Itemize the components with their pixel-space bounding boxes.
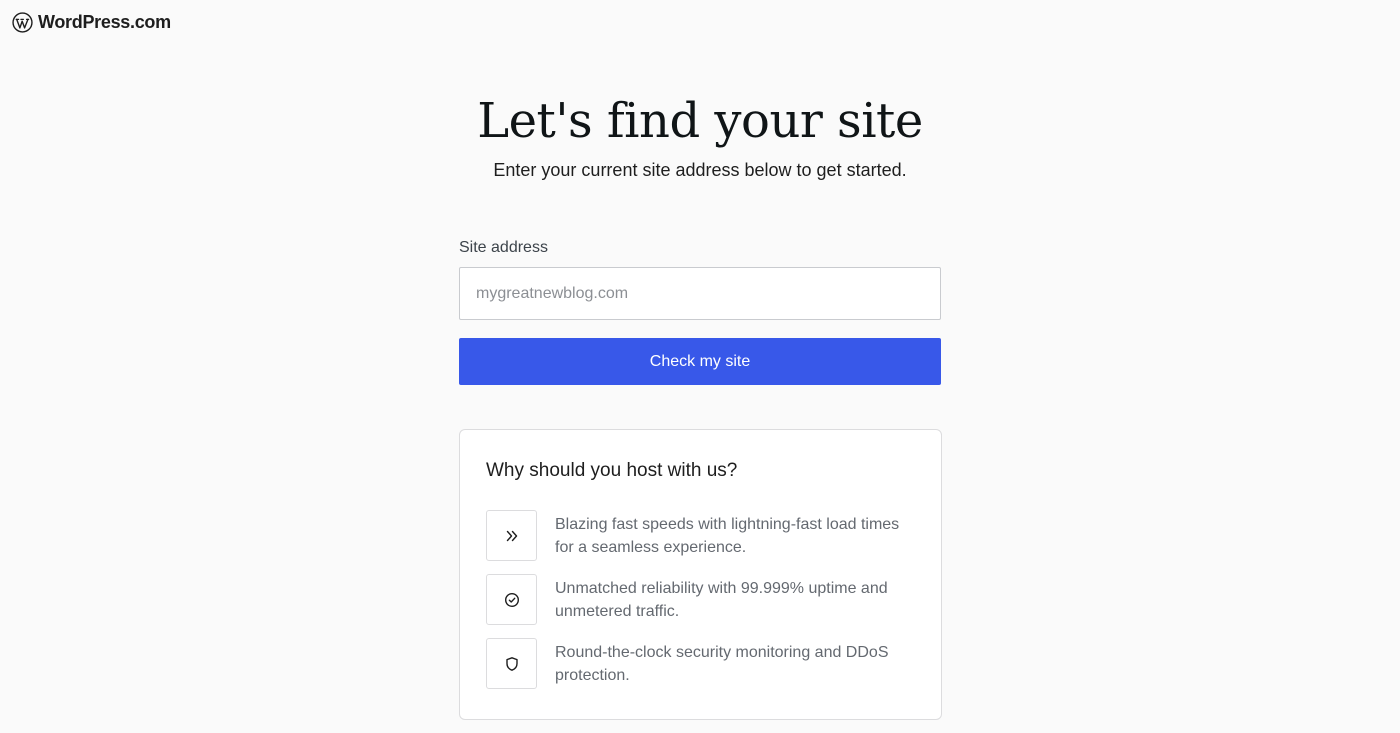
benefit-text: Round-the-clock security monitoring and … — [555, 644, 889, 684]
double-chevron-right-icon — [486, 510, 537, 561]
benefit-text: Unmatched reliability with 99.999% uptim… — [555, 580, 888, 620]
page-title: Let's find your site — [477, 93, 923, 149]
wordpress-logo[interactable]: WordPress.com — [12, 12, 171, 33]
benefit-item-reliability: Unmatched reliability with 99.999% uptim… — [486, 574, 906, 626]
benefit-text: Blazing fast speeds with lightning-fast … — [555, 516, 900, 556]
benefit-item-security: Round-the-clock security monitoring and … — [486, 638, 906, 690]
site-address-label: Site address — [459, 239, 548, 256]
benefits-card: Why should you host with us? Blazing fas… — [459, 429, 942, 720]
wordpress-logo-icon — [12, 12, 33, 33]
benefit-item-speed: Blazing fast speeds with lightning-fast … — [486, 510, 906, 562]
benefits-title: Why should you host with us? — [486, 460, 738, 481]
logo-text: WordPress.com — [38, 12, 171, 32]
site-address-input[interactable] — [459, 267, 941, 320]
check-my-site-button[interactable]: Check my site — [459, 338, 941, 385]
shield-icon — [486, 638, 537, 689]
check-circle-icon — [486, 574, 537, 625]
page-subtitle: Enter your current site address below to… — [493, 160, 907, 180]
